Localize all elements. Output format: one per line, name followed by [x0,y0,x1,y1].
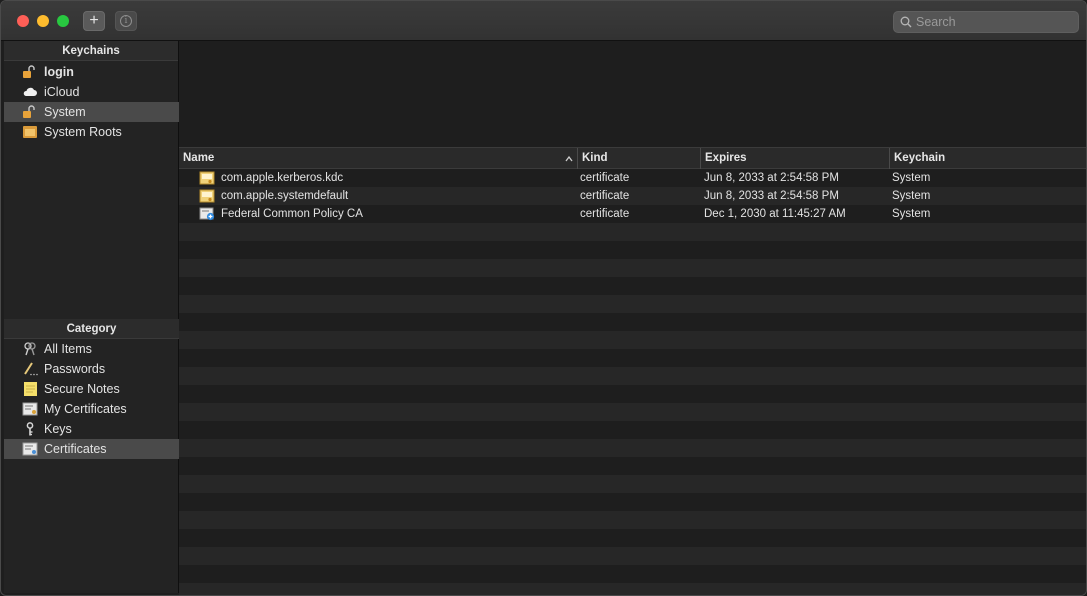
sidebar-item-label: Secure Notes [44,382,120,396]
empty-row [179,403,1086,421]
cell-name: Federal Common Policy CA [221,208,363,220]
category-section: Category All Items Passwords Secure Note… [4,319,179,459]
keychains-list: login iCloud System System Roots [4,62,179,142]
table-header: Name Kind Expires Keychain [179,147,1086,169]
sidebar-item-label: Certificates [44,442,107,456]
pencil-icon [24,362,38,376]
cloud-icon [23,87,37,96]
table-row[interactable]: Federal Common Policy CA certificate Dec… [179,205,1086,223]
column-header-name[interactable]: Name [179,148,577,169]
sidebar-item-label: login [44,65,74,79]
empty-row [179,439,1086,457]
certificate-icon [199,189,215,203]
keychain-access-window: + i Keychains login [0,0,1087,596]
cell-expires: Jun 8, 2033 at 2:54:58 PM [704,190,839,202]
empty-row [179,385,1086,403]
sidebar-item-label: All Items [44,342,92,356]
empty-row [179,511,1086,529]
lock-open-icon [23,105,35,118]
cell-keychain: System [892,208,931,220]
keychains-header: Keychains [4,41,178,61]
column-header-kind[interactable]: Kind [577,148,700,169]
cell-kind: certificate [580,172,630,184]
sidebar-item-keys[interactable]: Keys [4,419,179,439]
cell-expires: Dec 1, 2030 at 11:45:27 AM [704,208,846,220]
empty-row [179,367,1086,385]
category-header: Category [4,319,179,339]
empty-row [179,475,1086,493]
sidebar-item-label: iCloud [44,85,80,99]
sidebar-item-label: System Roots [44,125,122,139]
sidebar-item-label: My Certificates [44,402,127,416]
cell-keychain: System [892,172,931,184]
empty-row [179,547,1086,565]
empty-row [179,529,1086,547]
note-icon [24,382,37,396]
toolbar: + i [1,1,1086,41]
sidebar-item-certificates[interactable]: Certificates [4,439,179,459]
info-icon: i [120,15,132,27]
root-certificate-icon [199,207,215,221]
cell-name: com.apple.kerberos.kdc [221,172,344,184]
empty-row [179,565,1086,583]
close-window-button[interactable] [17,15,29,27]
cell-keychain: System [892,190,931,202]
empty-row [179,223,1086,241]
items-table: Name Kind Expires Keychain com.apple.ker… [179,147,1086,595]
empty-row [179,259,1086,277]
cell-kind: certificate [580,208,630,220]
sidebar: Keychains login iCloud System System Roo… [4,41,179,593]
sidebar-item-my-certificates[interactable]: My Certificates [4,399,179,419]
empty-row [179,241,1086,259]
sidebar-item-login[interactable]: login [4,62,179,82]
key-icon [26,422,34,436]
search-input[interactable] [916,13,1074,31]
sidebar-item-icloud[interactable]: iCloud [4,82,179,102]
search-field[interactable] [893,11,1079,33]
table-row[interactable]: com.apple.systemdefault certificate Jun … [179,187,1086,205]
sidebar-item-label: Passwords [44,362,106,376]
empty-row [179,583,1086,595]
lock-open-icon [23,65,35,78]
sidebar-item-passwords[interactable]: Passwords [4,359,179,379]
cell-expires: Jun 8, 2033 at 2:54:58 PM [704,172,839,184]
empty-row [179,349,1086,367]
certificate-icon [22,442,38,456]
sidebar-item-system-roots[interactable]: System Roots [4,122,179,142]
cell-name: com.apple.systemdefault [221,190,349,202]
sidebar-item-label: Keys [44,422,72,436]
column-header-keychain[interactable]: Keychain [889,148,1086,169]
sort-ascending-icon[interactable] [565,156,573,162]
column-header-expires[interactable]: Expires [700,148,890,169]
item-preview-area [179,41,1086,146]
empty-row [179,295,1086,313]
table-row[interactable]: com.apple.kerberos.kdc certificate Jun 8… [179,169,1086,187]
sidebar-item-label: System [44,105,86,119]
certificate-icon [199,171,215,185]
cell-kind: certificate [580,190,630,202]
empty-row [179,457,1086,475]
empty-row [179,331,1086,349]
zoom-window-button[interactable] [57,15,69,27]
add-item-button[interactable]: + [83,11,105,31]
minimize-window-button[interactable] [37,15,49,27]
keys-icon [24,342,36,356]
empty-row [179,421,1086,439]
empty-row [179,277,1086,295]
info-button[interactable]: i [115,11,137,31]
search-icon [900,16,912,28]
sidebar-item-secure-notes[interactable]: Secure Notes [4,379,179,399]
sidebar-item-all-items[interactable]: All Items [4,339,179,359]
sidebar-item-system[interactable]: System [4,102,179,122]
certificate-icon [22,402,38,416]
cabinet-icon [23,126,37,138]
table-rows: com.apple.kerberos.kdc certificate Jun 8… [179,169,1086,595]
empty-row [179,313,1086,331]
empty-row [179,493,1086,511]
